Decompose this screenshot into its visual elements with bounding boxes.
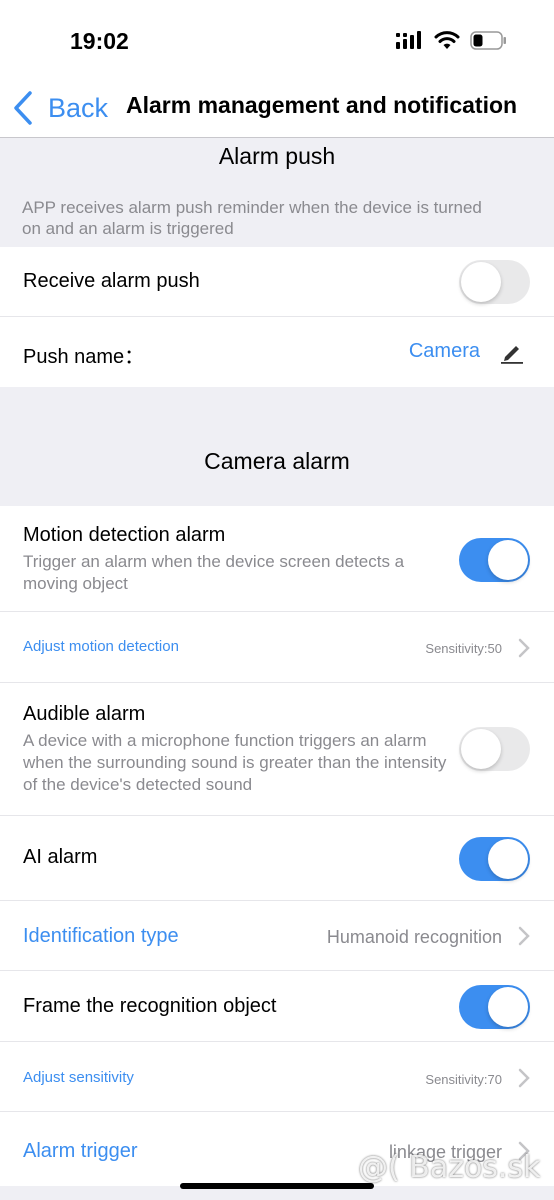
push-name-label: Push name： [23, 346, 145, 368]
motion-detection-toggle[interactable] [459, 538, 530, 582]
audible-alarm-label: Audible alarm [23, 703, 146, 725]
back-label: Back [48, 92, 109, 123]
alarm-push-section-title: Alarm push [218, 143, 336, 169]
sensitivity-value: Sensitivity:70 [425, 1072, 502, 1087]
ai-alarm-label: AI alarm [23, 846, 98, 868]
identification-type-label: Identification type [23, 925, 179, 947]
receive-alarm-push-label: Receive alarm push [23, 270, 200, 292]
adjust-motion-detection-row[interactable]: Adjust motion detection Sensitivity:50 [0, 612, 554, 683]
page-title: Alarm management and notification [126, 92, 518, 118]
push-name-value[interactable]: Camera [409, 340, 480, 363]
chevron-right-icon [518, 638, 530, 658]
chevron-left-icon [14, 91, 32, 125]
edit-pencil-icon[interactable] [500, 340, 524, 364]
battery-icon [470, 31, 506, 50]
home-indicator [180, 1183, 374, 1189]
audible-alarm-row: Audible alarm A device with a microphone… [0, 683, 554, 816]
adjust-sensitivity-row[interactable]: Adjust sensitivity Sensitivity:70 [0, 1042, 554, 1112]
audible-alarm-toggle[interactable] [459, 727, 530, 771]
alarm-trigger-label: Alarm trigger [23, 1140, 138, 1162]
wifi-icon [434, 31, 460, 49]
cellular-signal-icon [396, 31, 421, 49]
frame-recognition-object-label: Frame the recognition object [23, 995, 277, 1017]
camera-alarm-section-title: Camera alarm [204, 448, 350, 474]
receive-alarm-push-row: Receive alarm push [0, 247, 554, 317]
alarm-push-card: Receive alarm push Push name： Camera [0, 247, 554, 387]
frame-recognition-object-toggle[interactable] [459, 985, 530, 1029]
navigation-bar: Back Alarm management and notification [0, 80, 554, 138]
ai-alarm-row: AI alarm [0, 816, 554, 901]
identification-type-value: Humanoid recognition [326, 927, 502, 947]
status-time: 19:02 [70, 28, 129, 54]
back-button[interactable]: Back [12, 88, 108, 128]
motion-detection-description: Trigger an alarm when the device screen … [23, 552, 405, 593]
watermark: @( Bazos.sk [358, 1150, 541, 1185]
camera-alarm-card: Motion detection alarm Trigger an alarm … [0, 506, 554, 1186]
chevron-right-icon [518, 926, 530, 946]
frame-recognition-object-row: Frame the recognition object [0, 971, 554, 1042]
chevron-right-icon [518, 1068, 530, 1088]
ai-alarm-toggle[interactable] [459, 837, 530, 881]
motion-detection-row: Motion detection alarm Trigger an alarm … [0, 506, 554, 612]
motion-detection-label: Motion detection alarm [23, 524, 226, 546]
adjust-sensitivity-label: Adjust sensitivity [23, 1069, 134, 1086]
adjust-motion-detection-label: Adjust motion detection [23, 638, 179, 655]
alarm-push-description: APP receives alarm push reminder when th… [22, 198, 482, 238]
identification-type-row[interactable]: Identification type Humanoid recognition [0, 901, 554, 971]
screen: 19:02 Back Alarm management and notifica… [0, 0, 554, 1200]
motion-sensitivity-value: Sensitivity:50 [425, 641, 502, 656]
status-bar: 19:02 [0, 0, 554, 80]
receive-alarm-push-toggle[interactable] [459, 260, 530, 304]
audible-alarm-description: A device with a microphone function trig… [23, 731, 447, 794]
push-name-row: Push name： Camera [0, 317, 554, 387]
